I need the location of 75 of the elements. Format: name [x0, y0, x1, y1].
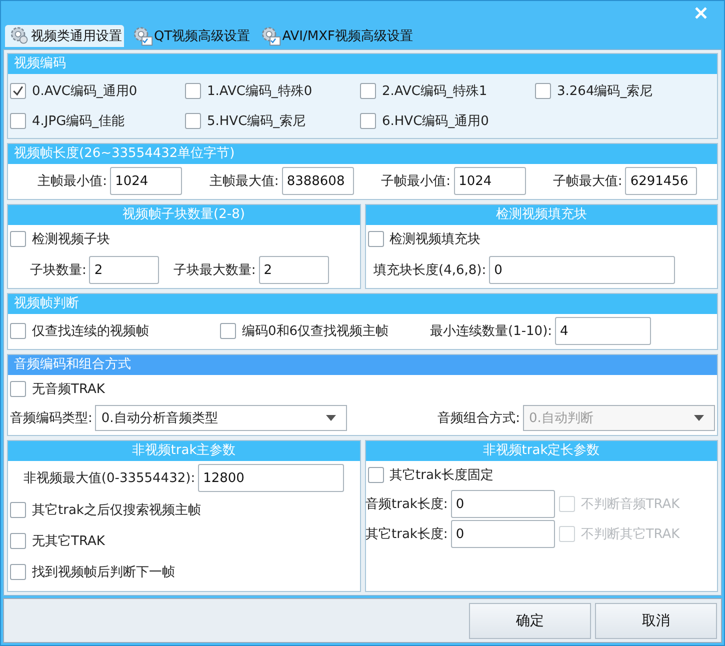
- input-field[interactable]: 0: [450, 520, 555, 548]
- checkbox-label: 检测视频填充块: [390, 231, 480, 248]
- input-field[interactable]: 2: [258, 256, 329, 284]
- dialog-button[interactable]: 取消: [595, 602, 717, 638]
- checkbox-label: 1.AVC编码_特殊0: [207, 83, 312, 100]
- checkbox[interactable]: [360, 83, 376, 99]
- close-icon[interactable]: [694, 6, 708, 20]
- checkbox[interactable]: [535, 83, 551, 99]
- checkbox-label: 仅查找连续的视频帧: [32, 323, 149, 340]
- checkbox-label: 检测视频子块: [32, 231, 110, 248]
- field-label: 子块最大数量:: [173, 262, 256, 279]
- checkbox[interactable]: [10, 323, 26, 339]
- checkbox-label: 找到视频帧后判断下一帧: [32, 564, 175, 581]
- section-header: 音频编码和组合方式: [8, 355, 717, 375]
- dropdown-label: 音频组合方式:: [438, 410, 520, 427]
- checkbox[interactable]: [368, 231, 384, 247]
- checkbox[interactable]: [185, 113, 201, 129]
- field-label: 子帧最小值:: [381, 173, 451, 190]
- caret-icon: [326, 415, 336, 421]
- section-header: 非视频trak主参数: [8, 441, 360, 461]
- field-label: 子帧最大值:: [552, 173, 622, 190]
- tab[interactable]: AVI/MXF视频高级设置: [256, 25, 415, 47]
- field-label: 非视频最大值(0-33554432):: [23, 470, 196, 487]
- checkbox-label: 0.AVC编码_通用0: [32, 83, 138, 100]
- checkbox-label: 不判断其它TRAK: [580, 526, 680, 543]
- checkbox[interactable]: [10, 564, 26, 580]
- input-field[interactable]: 12800: [198, 464, 344, 492]
- checkbox-label: 6.HVC编码_通用0: [382, 113, 489, 130]
- checkbox[interactable]: [220, 323, 236, 339]
- checkbox[interactable]: [10, 231, 26, 247]
- checkbox-label: 不判断音频TRAK: [580, 496, 680, 513]
- checkbox[interactable]: [10, 533, 26, 549]
- tab[interactable]: QT视频高级设置: [128, 25, 252, 47]
- checkbox-label: 3.264编码_索尼: [557, 83, 653, 100]
- field-label: 主帧最小值:: [38, 173, 108, 190]
- input-field[interactable]: 0: [450, 490, 555, 518]
- checkbox[interactable]: [10, 113, 26, 129]
- checkbox-label: 其它trak之后仅搜索视频主帧: [32, 502, 201, 519]
- dropdown[interactable]: 0.自动分析音频类型: [95, 405, 348, 431]
- checkbox-label: 无音频TRAK: [32, 381, 105, 398]
- checkbox-label: 编码0和6仅查找视频主帧: [242, 323, 389, 340]
- checkbox[interactable]: [10, 381, 26, 397]
- checkbox-label: 无其它TRAK: [32, 533, 105, 550]
- input-field[interactable]: 4: [555, 317, 652, 345]
- dropdown-label: 音频编码类型:: [10, 410, 92, 427]
- section-header: 非视频trak定长参数: [366, 441, 717, 461]
- input-field[interactable]: 0: [489, 256, 676, 284]
- checkbox[interactable]: [360, 113, 376, 129]
- checkbox[interactable]: [10, 83, 26, 99]
- input-field[interactable]: 8388608: [282, 167, 354, 195]
- dialog-button[interactable]: 确定: [469, 602, 591, 638]
- tab[interactable]: 视频类通用设置: [5, 25, 124, 47]
- field-label: 音频trak长度:: [366, 496, 448, 513]
- checkbox-label: 其它trak长度固定: [390, 467, 494, 484]
- field-label: 最小连续数量(1-10):: [430, 323, 552, 340]
- field-label: 主帧最大值:: [209, 173, 279, 190]
- section-header: 视频编码: [8, 54, 717, 74]
- input-field[interactable]: 1024: [110, 167, 182, 195]
- section-header: 视频帧判断: [8, 294, 717, 314]
- field-label: 子块数量:: [30, 262, 86, 279]
- checkbox[interactable]: [185, 83, 201, 99]
- checkbox[interactable]: [10, 502, 26, 518]
- section-header: 视频帧长度(26~33554432单位字节): [8, 144, 717, 164]
- checkbox[interactable]: [368, 467, 384, 483]
- input-field[interactable]: 6291456: [625, 167, 698, 195]
- checkbox-label: 4.JPG编码_佳能: [32, 113, 125, 130]
- section-header: 视频帧子块数量(2-8): [8, 205, 360, 225]
- section-header: 检测视频填充块: [366, 205, 717, 225]
- input-field[interactable]: 1024: [454, 167, 526, 195]
- checkbox-label: 5.HVC编码_索尼: [207, 113, 306, 130]
- input-field[interactable]: 2: [89, 256, 160, 284]
- caret-icon: [694, 415, 704, 421]
- checkbox-label: 2.AVC编码_特殊1: [382, 83, 488, 100]
- field-label: 填充块长度(4,6,8):: [374, 262, 486, 279]
- field-label: 其它trak长度:: [366, 526, 448, 543]
